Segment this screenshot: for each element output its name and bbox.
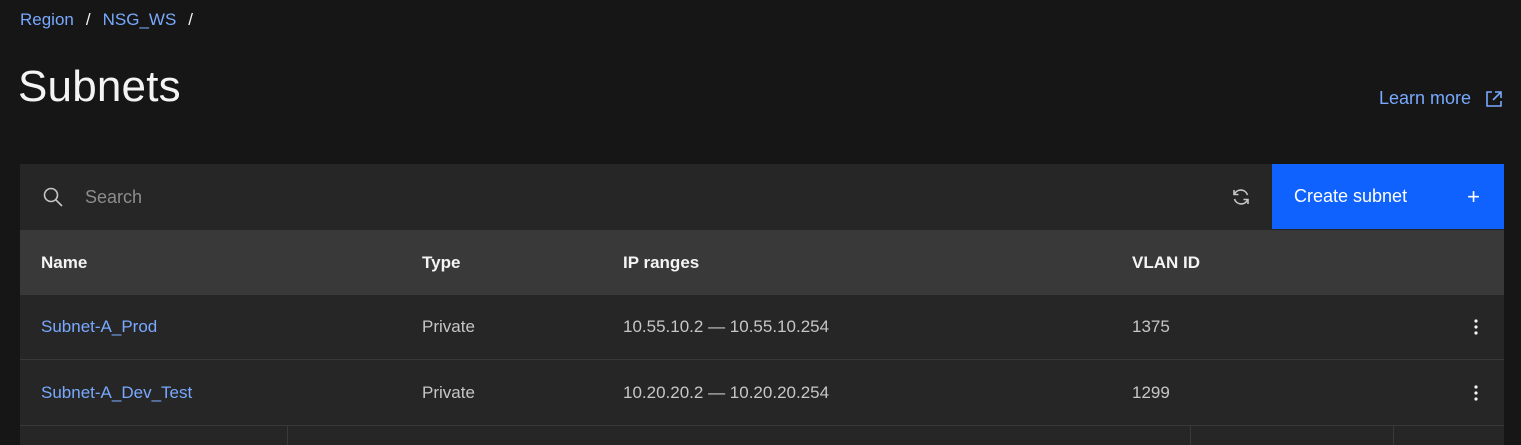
table-row: Subnet-A_Dev_Test Private 10.20.20.2 — 1…: [20, 361, 1504, 426]
overflow-menu-icon: [1474, 385, 1478, 401]
row-overflow-menu-button[interactable]: [1460, 311, 1492, 343]
table-footer-partial: [20, 426, 1504, 445]
column-header-type[interactable]: Type: [422, 253, 460, 273]
search-input[interactable]: [72, 174, 1212, 220]
learn-more-label: Learn more: [1378, 88, 1471, 108]
footer-divider: [1190, 426, 1191, 445]
plus-icon: +: [1467, 183, 1480, 209]
subnet-name-cell: Subnet-A_Dev_Test: [41, 383, 192, 403]
refresh-icon: [1233, 189, 1249, 205]
create-subnet-label: Create subnet: [1294, 186, 1408, 206]
subnet-ip-ranges-cell: 10.20.20.2 — 10.20.20.254: [623, 383, 830, 402]
subnets-table: Create subnet + Name Type IP ranges VLAN…: [20, 164, 1504, 445]
column-header-ip-ranges[interactable]: IP ranges: [623, 253, 699, 273]
learn-more-link[interactable]: Learn more: [1379, 88, 1503, 109]
footer-divider: [287, 426, 288, 445]
table-row: Subnet-A_Prod Private 10.55.10.2 — 10.55…: [20, 295, 1504, 360]
breadcrumb-region-link[interactable]: Region: [20, 10, 74, 30]
subnet-name-link[interactable]: Subnet-A_Dev_Test: [41, 383, 192, 402]
column-header-vlan-id[interactable]: VLAN ID: [1132, 253, 1200, 273]
subnet-vlan-id-cell: 1375: [1132, 317, 1170, 336]
column-header-name[interactable]: Name: [41, 253, 87, 273]
subnet-name-link[interactable]: Subnet-A_Prod: [41, 317, 157, 336]
subnet-type-cell: Private: [422, 383, 475, 402]
refresh-button[interactable]: [1218, 174, 1264, 220]
breadcrumb-separator: /: [188, 10, 194, 29]
subnet-name-cell: Subnet-A_Prod: [41, 317, 157, 337]
page-title: Subnets: [18, 62, 181, 111]
breadcrumb-nsg-link[interactable]: NSG_WS: [103, 10, 177, 30]
subnet-ip-ranges-cell: 10.55.10.2 — 10.55.10.254: [623, 317, 830, 336]
overflow-menu-icon: [1474, 319, 1478, 335]
external-link-icon: [1486, 90, 1502, 107]
subnet-vlan-id-cell: 1299: [1132, 383, 1170, 402]
subnet-type-cell: Private: [422, 317, 475, 336]
table-header: Name Type IP ranges VLAN ID: [20, 230, 1504, 295]
footer-divider: [1393, 426, 1394, 445]
table-toolbar: Create subnet +: [20, 164, 1504, 230]
breadcrumb: Region / NSG_WS /: [20, 8, 205, 32]
breadcrumb-separator: /: [85, 10, 91, 29]
create-subnet-button[interactable]: Create subnet +: [1272, 164, 1504, 229]
row-overflow-menu-button[interactable]: [1460, 377, 1492, 409]
search-icon: [43, 187, 63, 207]
